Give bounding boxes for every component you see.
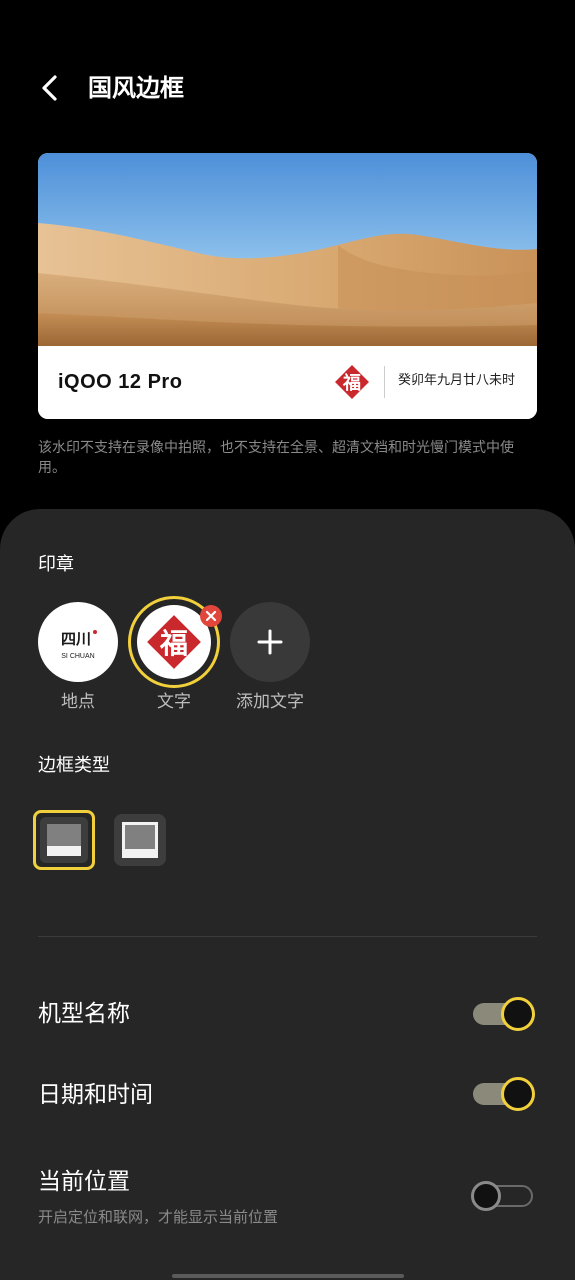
border-option-full-frame[interactable] bbox=[114, 814, 166, 866]
home-indicator[interactable] bbox=[172, 1274, 404, 1278]
setting-datetime-label: 日期和时间 bbox=[38, 1082, 153, 1108]
stamp-label-location: 地点 bbox=[61, 692, 95, 712]
border-option-bottom-bar[interactable] bbox=[33, 810, 95, 870]
toggle-thumb bbox=[471, 1181, 501, 1211]
sichuan-stamp-text: 四川 bbox=[61, 630, 91, 648]
toggle-thumb bbox=[501, 997, 535, 1031]
model-name-text: iQOO 12 Pro bbox=[58, 371, 183, 393]
sichuan-stamp-subtext: SI CHUAN bbox=[61, 653, 94, 660]
fu-stamp-large-text: 福 bbox=[159, 627, 188, 660]
watermark-notice: 该水印不支持在录像中拍照，也不支持在全景、超清文档和时光慢门模式中使用。 bbox=[38, 440, 514, 476]
seal-section-title: 印章 bbox=[38, 554, 74, 575]
chevron-left-icon bbox=[42, 75, 57, 101]
border-section-title: 边框类型 bbox=[38, 755, 110, 776]
model-name-toggle[interactable] bbox=[471, 997, 535, 1031]
preview-photo bbox=[38, 153, 537, 346]
stamp-char-text: 福 bbox=[342, 372, 361, 394]
section-divider bbox=[38, 936, 537, 937]
full-frame-icon bbox=[122, 822, 158, 858]
page-title: 国风边框 bbox=[88, 74, 184, 102]
watermark-preview: iQOO 12 Pro 福 癸卯年九月廿八未时 bbox=[38, 153, 537, 419]
setting-location-label: 当前位置 bbox=[38, 1169, 130, 1195]
setting-model-name-label: 机型名称 bbox=[38, 1001, 130, 1027]
location-toggle[interactable] bbox=[471, 1179, 535, 1213]
preview-footer: iQOO 12 Pro 福 癸卯年九月廿八未时 bbox=[38, 346, 537, 419]
remove-stamp-button[interactable] bbox=[200, 605, 222, 627]
plus-icon bbox=[257, 629, 283, 655]
footer-divider bbox=[384, 366, 385, 398]
bottom-bar-frame-icon bbox=[40, 817, 88, 863]
datetime-toggle[interactable] bbox=[471, 1077, 535, 1111]
add-text-stamp-button[interactable] bbox=[230, 602, 310, 682]
setting-location-subtitle: 开启定位和联网，才能显示当前位置 bbox=[38, 1208, 279, 1226]
close-icon bbox=[205, 610, 217, 622]
sichuan-stamp-icon: 四川 SI CHUAN bbox=[61, 630, 97, 660]
back-button[interactable] bbox=[30, 66, 70, 110]
datetime-text: 癸卯年九月廿八未时 bbox=[398, 373, 516, 388]
stamp-label-add: 添加文字 bbox=[236, 692, 304, 712]
stamp-option-location[interactable]: 四川 SI CHUAN bbox=[38, 602, 118, 682]
stamp-label-text: 文字 bbox=[157, 692, 191, 712]
fu-stamp-icon: 福 bbox=[332, 362, 372, 402]
toggle-thumb bbox=[501, 1077, 535, 1111]
